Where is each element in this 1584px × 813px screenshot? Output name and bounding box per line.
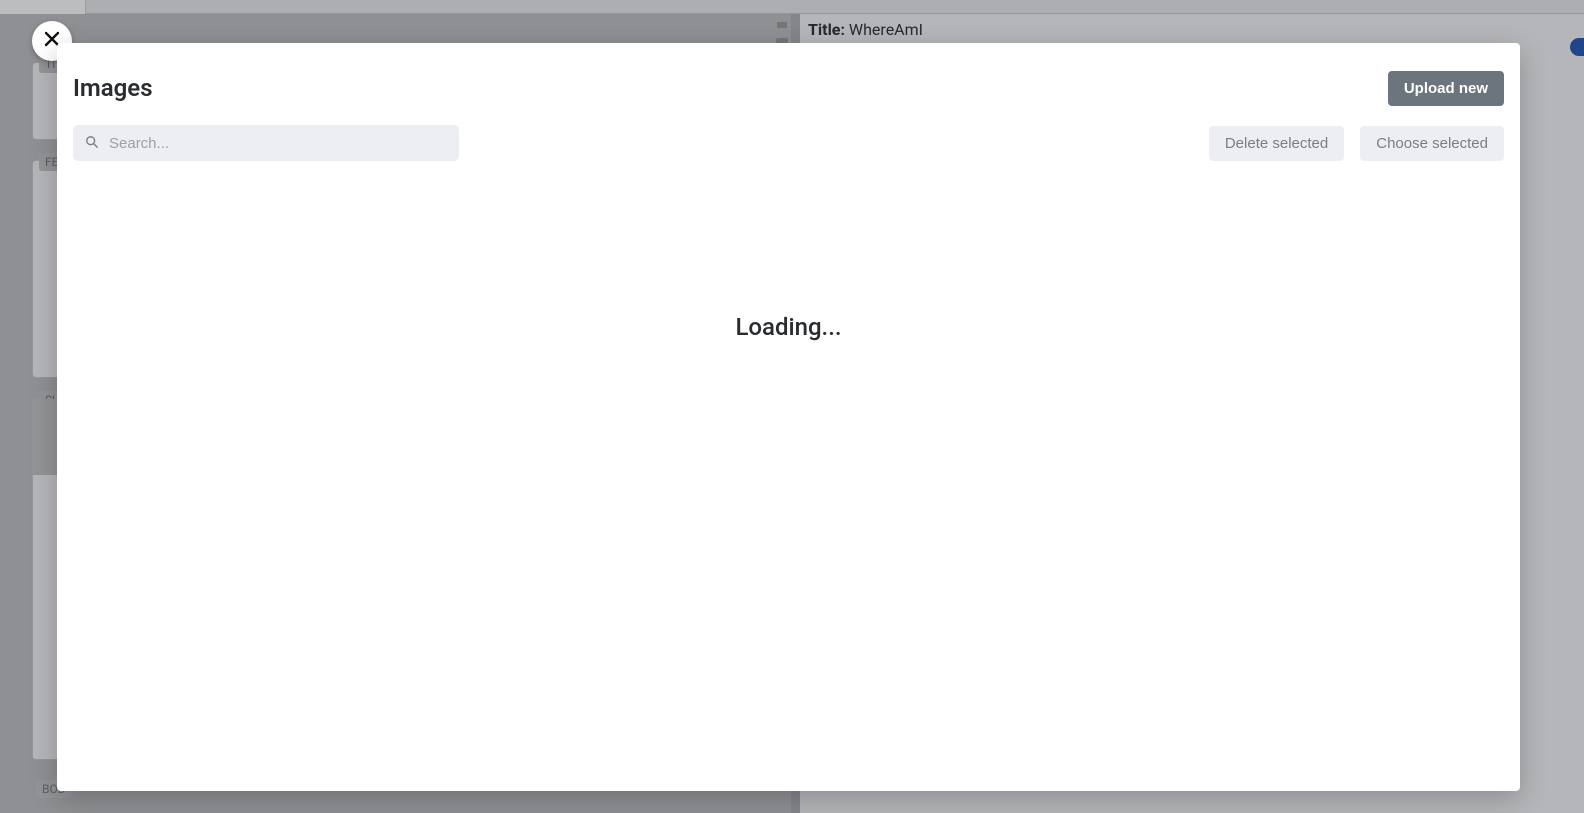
loading-text: Loading... (735, 313, 841, 341)
preview-title-value: WhereAmI (849, 20, 923, 39)
choose-selected-button[interactable]: Choose selected (1360, 126, 1504, 161)
subtitle-panel-sidebar (33, 399, 59, 475)
toolbar-buttons: Delete selected Choose selected (1209, 126, 1504, 161)
scroll-up-icon (777, 22, 787, 28)
search-input[interactable] (109, 135, 447, 152)
delete-selected-button[interactable]: Delete selected (1209, 126, 1344, 161)
preview-title-label: Title: (808, 20, 845, 39)
search-icon (85, 134, 99, 153)
modal-title: Images (73, 74, 153, 102)
top-tab (0, 0, 86, 14)
upload-new-button[interactable]: Upload new (1388, 71, 1504, 106)
images-modal: Images Upload new Delete selected Choose… (57, 43, 1520, 791)
modal-body: Loading... (57, 193, 1520, 791)
preview-title-row: Title: WhereAmI (808, 20, 923, 39)
modal-toolbar: Delete selected Choose selected (73, 125, 1504, 161)
modal-header: Images Upload new (73, 61, 1504, 115)
top-tab-bar (0, 0, 1584, 14)
search-field-wrap[interactable] (73, 125, 459, 161)
right-floating-button[interactable] (1570, 38, 1584, 56)
